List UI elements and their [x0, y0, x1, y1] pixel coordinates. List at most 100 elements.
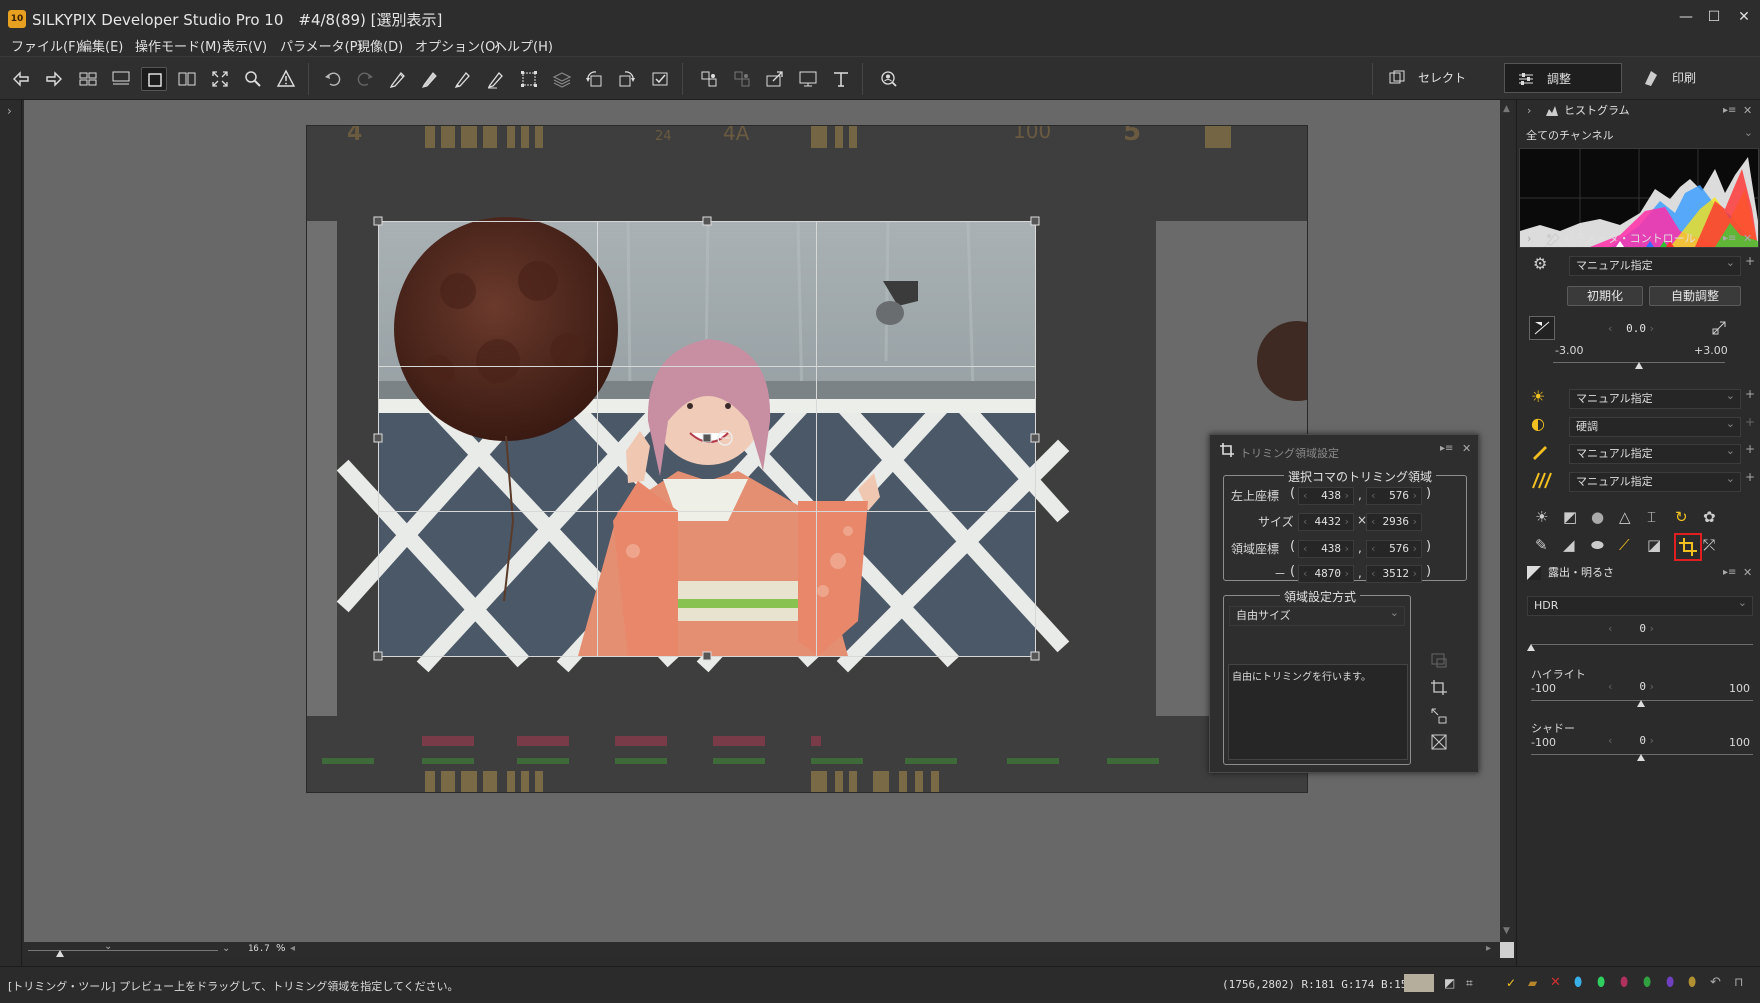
exposure-slider-thumb[interactable] [1635, 362, 1643, 369]
menu-options[interactable]: オプション(O) [415, 36, 500, 55]
horizontal-scrollbar[interactable]: ⌄ ⌄ 16.7 % ◂ ▸ [24, 941, 1500, 958]
sharpness-icon[interactable] [1531, 444, 1549, 460]
preview-thumbnail-button[interactable] [108, 67, 134, 91]
size-height-input[interactable]: 2936 [1366, 513, 1422, 531]
vertical-scrollbar[interactable]: ▲ ▼ [1500, 100, 1514, 942]
warning-display-button[interactable] [273, 67, 299, 91]
hdr-value[interactable]: 0 [1603, 620, 1659, 638]
print-mode-button[interactable]: 印刷 [1630, 63, 1740, 93]
tether-button[interactable] [828, 67, 854, 91]
scroll-down-icon[interactable]: ▼ [1503, 926, 1510, 936]
shadow-slider-thumb[interactable] [1637, 754, 1645, 761]
crop-reset-icon[interactable] [1430, 733, 1448, 751]
sharpness-add-icon[interactable]: + [1745, 442, 1755, 456]
export-button[interactable] [762, 67, 788, 91]
compare-view-button[interactable] [174, 67, 200, 91]
brightness-tool-icon[interactable]: ☀ [1535, 508, 1559, 532]
gradient-tool-icon[interactable]: ◢ [1563, 536, 1587, 560]
dust-tool-icon[interactable]: ✎ [1535, 536, 1559, 560]
maximize-button[interactable]: ☐ [1700, 6, 1728, 28]
exposure-value[interactable]: 0.0 [1603, 320, 1659, 338]
menu-file[interactable]: ファイル(F) [11, 36, 81, 55]
hdr-slider[interactable] [1531, 644, 1753, 645]
taste-dropdown[interactable]: マニュアル指定 [1569, 254, 1741, 276]
preview-image[interactable]: 4 24 4A 100 5 [306, 125, 1308, 793]
paste-params-button[interactable] [417, 67, 443, 91]
menu-view[interactable]: 表示(V) [222, 36, 267, 55]
color-tool-icon[interactable]: ● [1591, 508, 1615, 532]
tone-curve-tool-icon[interactable]: ◩ [1563, 508, 1587, 532]
crop-transform-button[interactable] [516, 67, 542, 91]
param-close-icon[interactable]: ✕ [1743, 228, 1752, 250]
thumbnail-view-button[interactable] [75, 67, 101, 91]
noise-add-icon[interactable]: + [1745, 470, 1755, 484]
tone-dropdown[interactable]: 硬調 [1569, 415, 1741, 437]
previous-image-button[interactable] [8, 67, 34, 91]
select-mode-button[interactable]: セレクト [1376, 63, 1496, 93]
taste-add-icon[interactable]: + [1745, 254, 1755, 268]
redo-button[interactable] [352, 67, 378, 91]
status-tag-olive-icon[interactable]: ⬮ [1643, 975, 1651, 990]
navigator-corner-icon[interactable] [1500, 942, 1514, 958]
tone-add-icon[interactable]: + [1745, 415, 1755, 429]
redeye-tool-icon[interactable]: ⬬ [1591, 536, 1615, 560]
wb-add-icon[interactable]: + [1745, 387, 1755, 401]
zoom-dropdown-icon[interactable]: ⌄ [222, 943, 230, 954]
hdr-slider-thumb[interactable] [1527, 644, 1535, 651]
histogram-panel-header[interactable]: › ヒストグラム ▸≡ ✕ [1517, 100, 1760, 122]
white-balance-icon[interactable]: ☀ [1531, 387, 1545, 406]
rotate-left-button[interactable] [581, 67, 607, 91]
noise-reduction-icon[interactable] [1531, 471, 1553, 489]
auto-adjust-button[interactable]: 自動調整 [1649, 286, 1741, 306]
adjust-mode-button[interactable]: 調整 [1504, 63, 1622, 93]
brush-tool-icon[interactable]: ⟋ [1619, 536, 1643, 560]
highlight-value[interactable]: 0 [1603, 678, 1659, 696]
area-y1-input[interactable]: 576 [1366, 540, 1422, 558]
close-window-button[interactable]: ✕ [1730, 6, 1758, 28]
search-person-button[interactable] [876, 67, 902, 91]
menu-help[interactable]: ヘルプ(H) [494, 36, 553, 55]
mark-button[interactable] [647, 67, 673, 91]
highlight-slider-thumb[interactable] [1637, 700, 1645, 707]
exposure-bias-icon[interactable] [1529, 316, 1555, 340]
area-y2-input[interactable]: 3512 [1366, 565, 1422, 583]
noise-dropdown[interactable]: マニュアル指定 [1569, 470, 1741, 492]
rotate-right-button[interactable] [614, 67, 640, 91]
dialog-close-icon[interactable]: ✕ [1462, 442, 1471, 455]
shadow-value[interactable]: 0 [1603, 732, 1659, 750]
monitor-button[interactable] [795, 67, 821, 91]
histogram-close-icon[interactable]: ✕ [1743, 100, 1752, 122]
scroll-right-icon[interactable]: ▸ [1486, 943, 1491, 954]
undo-button[interactable] [320, 67, 346, 91]
gear-icon[interactable]: ⚙ [1533, 254, 1547, 273]
histogram-menu-icon[interactable]: ▸≡ [1723, 100, 1736, 122]
rotate-tool-icon[interactable]: ↻ [1675, 508, 1699, 532]
tone-icon[interactable]: ◐ [1531, 414, 1545, 433]
left-panel-toggle[interactable]: › [0, 100, 22, 966]
status-tag-red-icon[interactable]: ⬮ [1620, 975, 1628, 990]
edit-params-button[interactable] [483, 67, 509, 91]
straighten-tool-icon[interactable]: ⤱ [1703, 536, 1727, 560]
aspect-icon[interactable] [1430, 651, 1448, 669]
zoom-value[interactable]: 16.7 [248, 944, 270, 954]
sharpen-tool-icon[interactable]: △ [1619, 508, 1643, 532]
sharpness-dropdown[interactable]: マニュアル指定 [1569, 442, 1741, 464]
area-x2-input[interactable]: 4870 [1298, 565, 1354, 583]
status-check-icon[interactable]: ✓ [1506, 976, 1516, 990]
size-width-input[interactable]: 4432 [1298, 513, 1354, 531]
lens-tool-icon[interactable]: ⌶ [1647, 508, 1671, 532]
menu-develop[interactable]: 現像(D) [357, 36, 403, 55]
dialog-menu-icon[interactable]: ▸≡ [1440, 443, 1453, 454]
param-menu-icon[interactable]: ▸≡ [1723, 228, 1736, 250]
menu-operation-mode[interactable]: 操作モード(M) [135, 36, 221, 55]
param-expand-icon[interactable]: › [1527, 228, 1531, 250]
exposure-panel-close-icon[interactable]: ✕ [1743, 562, 1752, 584]
top-left-y-input[interactable]: 576 [1366, 487, 1422, 505]
crop-tool-button[interactable] [1674, 533, 1702, 561]
status-tag-gold-icon[interactable]: ⬮ [1688, 975, 1696, 990]
region-method-dropdown[interactable]: 自由サイズ [1229, 604, 1405, 626]
status-folder-icon[interactable]: ▰ [1528, 976, 1537, 990]
menu-parameter[interactable]: パラメータ(P) [280, 36, 363, 55]
single-preview-button[interactable] [141, 67, 167, 91]
status-reject-icon[interactable]: ✕ [1550, 975, 1561, 990]
